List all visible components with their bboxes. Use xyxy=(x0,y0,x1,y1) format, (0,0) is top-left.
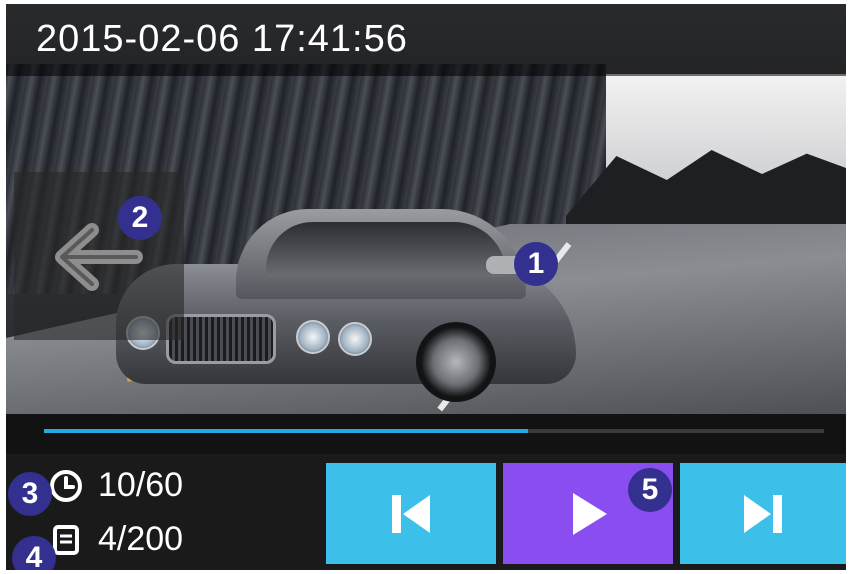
previous-button[interactable] xyxy=(326,463,496,564)
play-icon xyxy=(573,492,607,535)
progress-area xyxy=(6,414,846,454)
back-button[interactable] xyxy=(14,172,184,340)
progress-bar-fill xyxy=(44,429,528,433)
skip-previous-icon xyxy=(392,494,430,533)
callout-marker-2: 2 xyxy=(118,196,162,240)
callout-marker-3: 3 xyxy=(8,472,52,516)
time-counter-row: 10/60 xyxy=(48,466,183,505)
next-button[interactable] xyxy=(680,463,846,564)
car-headlight xyxy=(296,320,330,354)
callout-marker-1: 1 xyxy=(514,242,558,286)
progress-bar[interactable] xyxy=(44,429,824,433)
car-wheel xyxy=(416,322,496,402)
clock-icon xyxy=(48,468,84,504)
timestamp: 2015-02-06 17:41:56 xyxy=(36,18,408,60)
car-headlight xyxy=(338,322,372,356)
timestamp-bar: 2015-02-06 17:41:56 xyxy=(6,4,846,76)
file-counter: 4/200 xyxy=(98,520,184,558)
player-screen: 2015-02-06 17:41:56 10/60 4/200 1 2 3 4 … xyxy=(6,4,846,570)
time-counter: 10/60 xyxy=(98,466,184,504)
car-window xyxy=(266,222,506,277)
car-image xyxy=(116,204,576,404)
skip-next-icon xyxy=(744,494,782,533)
callout-marker-5: 5 xyxy=(628,468,672,512)
file-counter-row: 4/200 xyxy=(48,520,183,559)
